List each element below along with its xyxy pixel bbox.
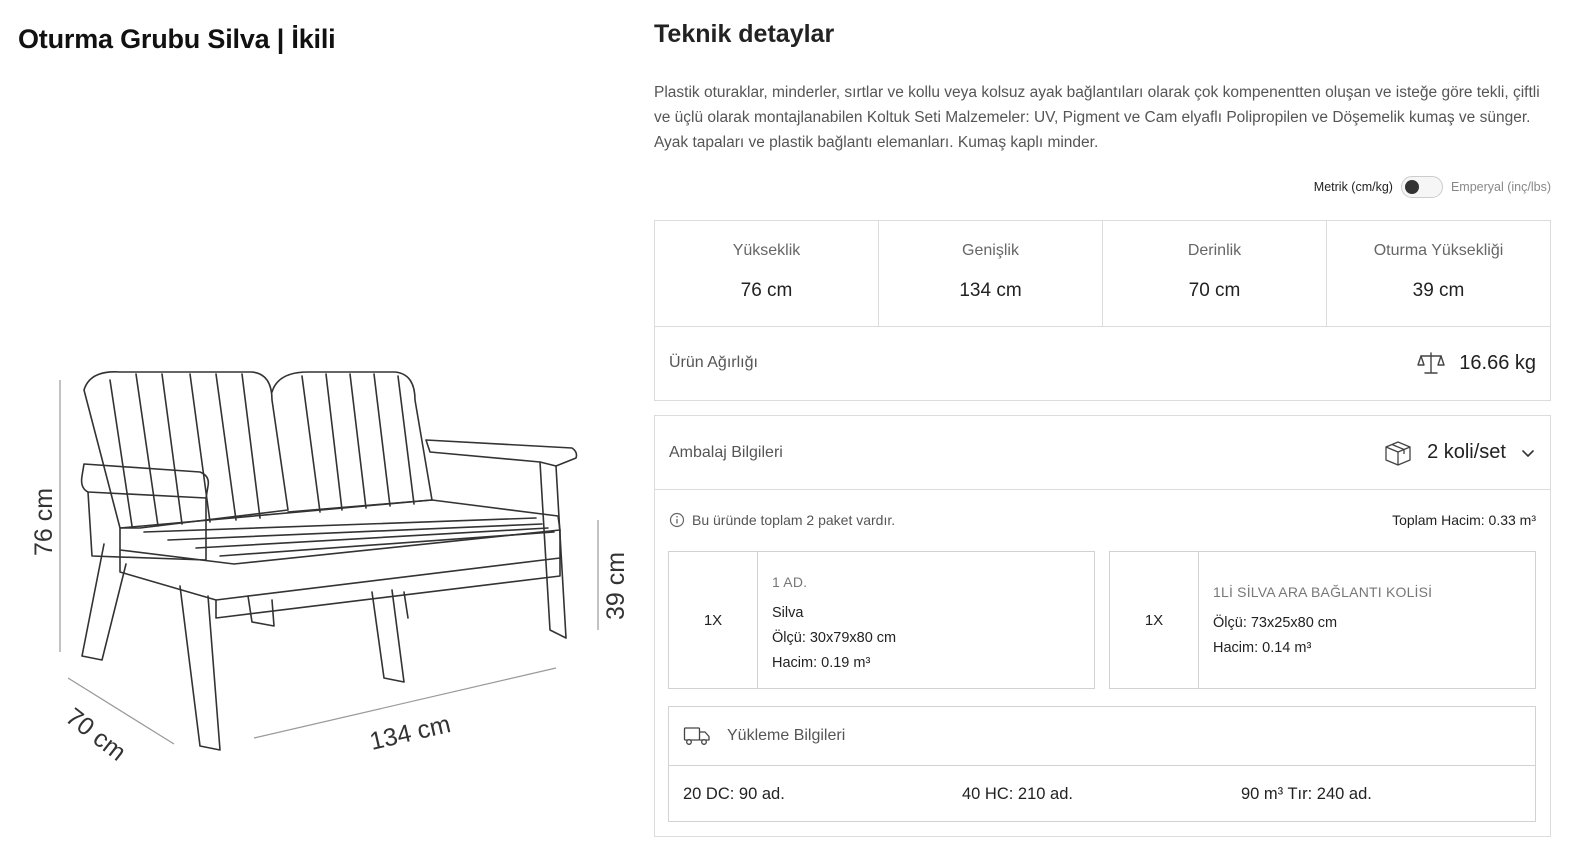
height-dimension-label: 76 cm [30, 488, 58, 556]
packaging-count: 2 koli/set [1427, 441, 1506, 463]
loading-value-truck: 90 m³ Tır: 240 ad. [1241, 784, 1372, 803]
packaging-info: Bu üründe toplam 2 paket vardır. [669, 512, 895, 528]
product-description: Plastik oturaklar, minderler, sırtlar ve… [654, 84, 1540, 151]
technical-details-panel: Teknik detaylar Plastik oturaklar, minde… [654, 0, 1551, 847]
dimension-label: Genişlik [962, 242, 1019, 259]
package-quantity: 1X [1110, 552, 1199, 688]
sofa-dimension-drawing: 76 cm 39 cm 70 cm 134 cm [30, 371, 630, 767]
package-product: Silva [772, 605, 804, 621]
dimension-value: 134 cm [959, 280, 1022, 301]
loading-value-40hc: 40 HC: 210 ad. [962, 784, 1073, 803]
package-card: 1X 1 AD. Silva Ölçü: 30x79x80 cm Hacim: … [668, 551, 1095, 689]
packaging-info-row: Bu üründe toplam 2 paket vardır. Toplam … [669, 512, 1536, 528]
package-size: Ölçü: 73x25x80 cm [1213, 615, 1338, 631]
chevron-down-icon[interactable] [1520, 445, 1536, 461]
box-icon [1385, 440, 1411, 466]
packaging-label: Ambalaj Bilgileri [669, 443, 783, 461]
weight-value-group: 16.66 kg [1417, 351, 1536, 375]
dimension-label: Derinlik [1187, 242, 1242, 259]
package-quantity: 1X [669, 552, 758, 688]
dimension-depth: Derinlik 70 cm [1103, 221, 1327, 326]
scale-icon [1417, 352, 1445, 374]
switch-knob [1404, 180, 1419, 194]
unit-imperial-label: Emperyal (inç/lbs) [1450, 180, 1551, 194]
dimension-value: 39 cm [1412, 280, 1465, 301]
dimension-value: 76 cm [740, 280, 793, 301]
seat-height-dimension-label: 39 cm [602, 552, 630, 620]
loading-label: Yükleme Bilgileri [727, 727, 846, 744]
packaging-info-text: Bu üründe toplam 2 paket vardır. [692, 512, 896, 528]
weight-row: Ürün Ağırlığı 16.66 kg [654, 326, 1551, 401]
dimension-label: Oturma Yüksekliği [1373, 242, 1504, 259]
package-name: 1 AD. [772, 574, 808, 590]
package-info: 1 AD. Silva Ölçü: 30x79x80 cm Hacim: 0.1… [758, 552, 910, 688]
dimensions-table: Yükseklik 76 cm Genişlik 134 cm Derinlik… [654, 220, 1551, 327]
package-volume: Hacim: 0.19 m³ [772, 655, 871, 671]
dimension-width: Genişlik 134 cm [879, 221, 1103, 326]
product-title: Oturma Grubu Silva | İkili [18, 24, 336, 54]
section-title: Teknik detaylar [654, 20, 835, 48]
loading-section: Yükleme Bilgileri 20 DC: 90 ad. 40 HC: 2… [668, 706, 1536, 822]
width-dimension-label: 134 cm [367, 710, 453, 756]
info-icon [669, 512, 685, 528]
loading-header: Yükleme Bilgileri [669, 707, 1535, 766]
dimension-value: 70 cm [1188, 280, 1241, 301]
weight-label: Ürün Ağırlığı [669, 354, 758, 371]
unit-toggle: Metrik (cm/kg) Emperyal (inç/lbs) [1314, 176, 1551, 198]
dimension-seat-height: Oturma Yüksekliği 39 cm [1327, 221, 1550, 326]
packaging-count-group: 2 koli/set [1383, 438, 1536, 468]
dimension-label: Yükseklik [732, 242, 801, 259]
product-image-panel: Oturma Grubu Silva | İkili 76 cm 39 cm 7… [0, 0, 650, 847]
unit-switch[interactable] [1400, 176, 1443, 198]
total-volume: Toplam Hacim: 0.33 m³ [1392, 512, 1536, 528]
package-card: 1X 1Lİ SİLVA ARA BAĞLANTI KOLİSİ Ölçü: 7… [1109, 551, 1536, 689]
dimension-height: Yükseklik 76 cm [655, 221, 879, 326]
package-name: 1Lİ SİLVA ARA BAĞLANTI KOLİSİ [1213, 584, 1433, 600]
packaging-header[interactable]: Ambalaj Bilgileri 2 koli/set [655, 416, 1550, 490]
loading-values: 20 DC: 90 ad. 40 HC: 210 ad. 90 m³ Tır: … [669, 766, 1535, 822]
loading-value-20dc: 20 DC: 90 ad. [683, 784, 785, 803]
truck-icon [683, 727, 710, 745]
package-volume: Hacim: 0.14 m³ [1213, 640, 1312, 656]
depth-dimension-label: 70 cm [60, 703, 131, 767]
weight-value: 16.66 kg [1459, 351, 1536, 374]
packaging-section: Ambalaj Bilgileri 2 koli/set Bu üründe t… [654, 415, 1551, 837]
package-size: Ölçü: 30x79x80 cm [772, 630, 897, 646]
package-info: 1Lİ SİLVA ARA BAĞLANTI KOLİSİ Ölçü: 73x2… [1199, 552, 1446, 688]
unit-metric-label: Metrik (cm/kg) [1313, 180, 1393, 194]
